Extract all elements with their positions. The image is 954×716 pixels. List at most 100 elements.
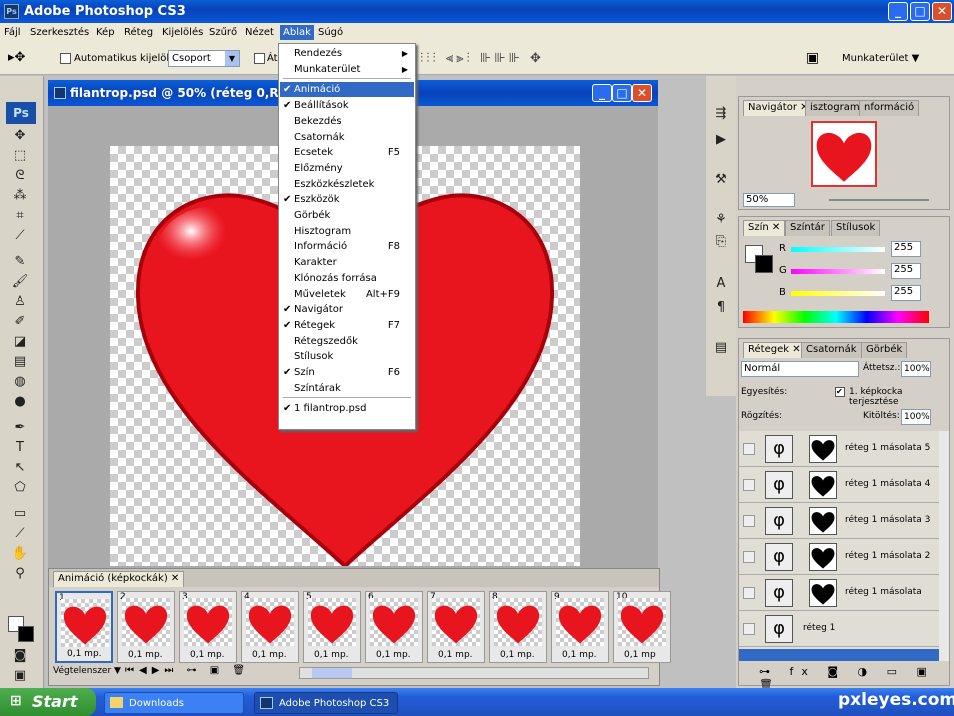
- start-button[interactable]: ⊞ Start: [0, 688, 96, 716]
- selected-layer-row[interactable]: [739, 649, 939, 661]
- visibility-toggle[interactable]: [743, 587, 755, 599]
- menu-item-14[interactable]: Klónozás forrása: [280, 271, 414, 286]
- zoom-field[interactable]: 50%: [743, 193, 795, 207]
- workspace-icon[interactable]: ▣: [806, 50, 819, 66]
- menu-item-3[interactable]: ✔ Beállítások: [280, 98, 414, 113]
- menu-item-10[interactable]: Görbék: [280, 208, 414, 223]
- menu-item-5[interactable]: Csatornák: [280, 130, 414, 145]
- layer-comps-icon[interactable]: ▤: [711, 340, 731, 358]
- layer-row[interactable]: φ réteg 1 másolata: [739, 575, 939, 611]
- menu-item-1[interactable]: Munkaterület ▶: [280, 62, 414, 77]
- menu-item-19[interactable]: Stílusok: [280, 349, 414, 364]
- playback-controls[interactable]: ⏮◀▶⏭ ⊶ ▣ 🗑: [125, 665, 250, 676]
- menu-window[interactable]: Ablak: [280, 25, 314, 40]
- animation-frame[interactable]: 9 0,1 mp.: [551, 591, 609, 663]
- paragraph-icon[interactable]: ¶: [711, 300, 731, 318]
- b-slider[interactable]: [791, 291, 885, 296]
- frame-delay[interactable]: 0,1 mp: [624, 650, 656, 660]
- history-brush-icon[interactable]: ✐: [10, 314, 30, 332]
- auto-select-dropdown[interactable]: Csoport ▼: [168, 50, 240, 67]
- fill-value[interactable]: 100%: [901, 409, 931, 425]
- hand-tool-icon[interactable]: ✋: [10, 546, 30, 564]
- tab-layers[interactable]: Rétegek ✕: [743, 342, 806, 358]
- frame-delay[interactable]: 0,1 mp.: [562, 650, 597, 660]
- tab-histogram[interactable]: isztogram: [805, 100, 865, 116]
- menu-view[interactable]: Nézet: [245, 27, 274, 38]
- healing-brush-icon[interactable]: ✎: [10, 254, 30, 272]
- menu-item-7[interactable]: Előzmény: [280, 161, 414, 176]
- animation-frame[interactable]: 1 0,1 mp.: [55, 591, 113, 663]
- menu-item-16[interactable]: ✔ Navigátor: [280, 302, 414, 317]
- history-icon[interactable]: ⇶: [711, 106, 731, 124]
- frame-delay[interactable]: 0,1 mp.: [252, 650, 287, 660]
- g-slider[interactable]: [791, 269, 885, 274]
- menu-item-21[interactable]: Színtárak: [280, 381, 414, 396]
- screen-mode-icon[interactable]: ▣: [10, 668, 30, 686]
- minimize-button[interactable]: _: [888, 2, 908, 21]
- layer-row[interactable]: φ réteg 1 másolata 2: [739, 539, 939, 575]
- lasso-tool-icon[interactable]: ᘓ: [10, 168, 30, 186]
- zoom-slider[interactable]: [829, 199, 929, 201]
- menu-item-8[interactable]: Eszközkészletek: [280, 177, 414, 192]
- menu-item-4[interactable]: Bekezdés: [280, 114, 414, 129]
- tab-navigator[interactable]: Navigátor ✕: [743, 100, 814, 116]
- menu-item-22[interactable]: ✔ 1 filantrop.psd: [280, 401, 414, 416]
- zoom-tool-icon[interactable]: ⚲: [10, 566, 30, 584]
- brush-tool-icon[interactable]: 🖌: [10, 274, 30, 292]
- tab-animation[interactable]: Animáció (képkockák) ✕: [53, 571, 185, 587]
- transform-checkbox[interactable]: [254, 53, 265, 64]
- menu-item-18[interactable]: Rétegszedők: [280, 334, 414, 349]
- clone-stamp-icon[interactable]: ♙: [10, 294, 30, 312]
- slice-tool-icon[interactable]: ⟋: [10, 228, 30, 246]
- opacity-value[interactable]: 100%: [901, 361, 931, 377]
- animation-frame[interactable]: 4 0,1 mp.: [241, 591, 299, 663]
- layer-row[interactable]: φ réteg 1 másolata 4: [739, 467, 939, 503]
- align-icons[interactable]: ⫶⫶⫶ ⫷⫸⫶ ⊪⊪⊪ ✥: [420, 51, 544, 66]
- character-icon[interactable]: A: [711, 276, 731, 294]
- tab-color[interactable]: Szín ✕: [743, 220, 786, 236]
- actions-icon[interactable]: ▶: [711, 132, 731, 150]
- quickmask-icon[interactable]: ◙: [10, 648, 30, 666]
- shape-tool-icon[interactable]: ⬠: [10, 480, 30, 498]
- propagate-checkbox[interactable]: ✔: [835, 387, 845, 397]
- menu-help[interactable]: Súgó: [318, 27, 343, 38]
- tab-swatches[interactable]: Színtár: [785, 220, 830, 236]
- frames-scrollbar[interactable]: [299, 667, 649, 679]
- frame-delay[interactable]: 0,1 mp.: [376, 650, 411, 660]
- path-select-icon[interactable]: ↖: [10, 460, 30, 478]
- frame-delay[interactable]: 0,1 mp.: [128, 650, 163, 660]
- gradient-tool-icon[interactable]: ▤: [10, 354, 30, 372]
- spectrum-bar[interactable]: [743, 311, 929, 323]
- menu-select[interactable]: Kijelölés: [162, 27, 203, 38]
- doc-minimize-button[interactable]: _: [592, 84, 612, 102]
- menu-item-9[interactable]: ✔ Eszközök: [280, 192, 414, 207]
- tab-styles[interactable]: Stílusok: [831, 220, 881, 236]
- menu-item-15[interactable]: Műveletek Alt+F9: [280, 287, 414, 302]
- menu-item-12[interactable]: Információ F8: [280, 239, 414, 254]
- maximize-button[interactable]: □: [910, 2, 930, 21]
- menu-layer[interactable]: Réteg: [124, 27, 153, 38]
- type-tool-icon[interactable]: T: [10, 440, 30, 458]
- menu-item-17[interactable]: ✔ Rétegek F7: [280, 318, 414, 333]
- layer-row[interactable]: φ réteg 1 másolata 5: [739, 431, 939, 467]
- animation-frame[interactable]: 7 0,1 mp.: [427, 591, 485, 663]
- layer-row[interactable]: φ réteg 1: [739, 611, 939, 647]
- layer-row[interactable]: φ réteg 1 másolata 3: [739, 503, 939, 539]
- animation-frame[interactable]: 8 0,1 mp.: [489, 591, 547, 663]
- blend-mode-dropdown[interactable]: Normál: [741, 361, 859, 377]
- menu-edit[interactable]: Szerkesztés: [30, 27, 89, 38]
- b-value[interactable]: 255: [891, 285, 921, 301]
- background-color-swatch[interactable]: [18, 626, 34, 642]
- animation-frame[interactable]: 10 0,1 mp: [613, 591, 671, 663]
- tab-curves[interactable]: Görbék: [861, 342, 908, 358]
- frame-delay[interactable]: 0,1 mp.: [500, 650, 535, 660]
- notes-tool-icon[interactable]: ▭: [10, 506, 30, 524]
- doc-maximize-button[interactable]: □: [612, 84, 632, 102]
- pen-tool-icon[interactable]: ✒: [10, 420, 30, 438]
- brushes-icon[interactable]: ⚘: [711, 212, 731, 230]
- menu-image[interactable]: Kép: [96, 27, 115, 38]
- r-slider[interactable]: [791, 247, 885, 252]
- move-tool-icon[interactable]: ✥: [10, 128, 30, 146]
- animation-frame[interactable]: 6 0,1 mp.: [365, 591, 423, 663]
- magic-wand-icon[interactable]: ⁂: [10, 188, 30, 206]
